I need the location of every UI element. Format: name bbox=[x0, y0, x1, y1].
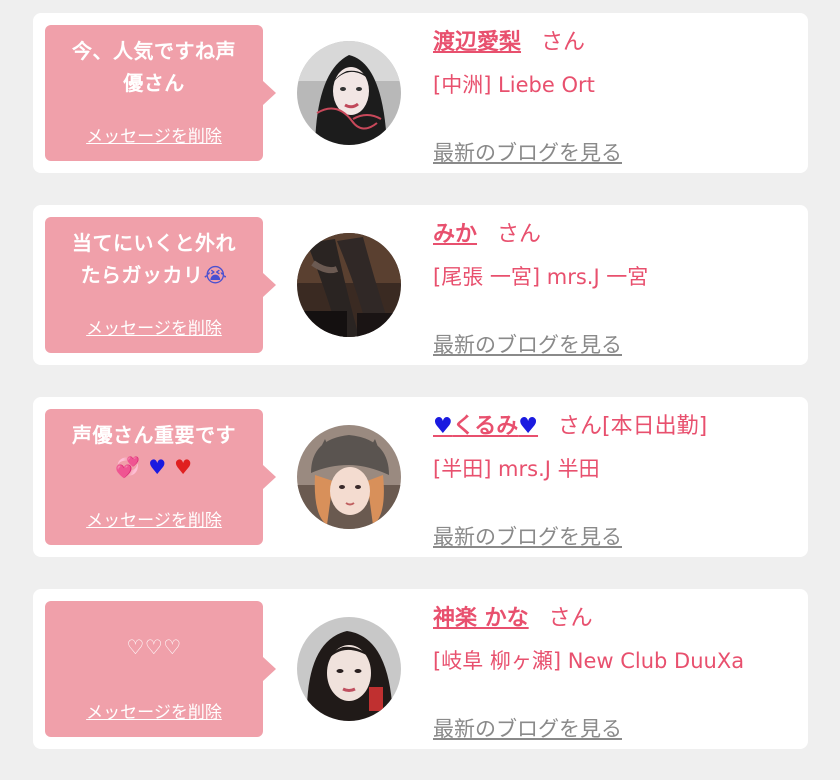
cast-info: 神楽 かな さん [岐阜 柳ヶ瀬] New Club DuuXa 最新のブログを見… bbox=[433, 601, 803, 741]
latest-blog-link[interactable]: 最新のブログを見る bbox=[433, 137, 622, 167]
avatar[interactable] bbox=[297, 425, 401, 529]
message-bubble: 声優さん重要です 💞 ♥ ♥ メッセージを削除 bbox=[45, 409, 276, 545]
message-text: 声優さん重要です 💞 ♥ ♥ bbox=[51, 419, 257, 483]
avatar[interactable] bbox=[297, 41, 401, 145]
message-bubble: 今、人気ですね声 優さん メッセージを削除 bbox=[45, 25, 276, 161]
shop-name: [岐阜 柳ヶ瀬] New Club DuuXa bbox=[433, 649, 745, 673]
cast-info: みか さん [尾張 一宮] mrs.J 一宮 最新のブログを見る bbox=[433, 217, 803, 357]
cast-info: ♥くるみ♥ さん[本日出勤] [半田] mrs.J 半田 最新のブログを見る bbox=[433, 409, 803, 549]
cast-card: 声優さん重要です 💞 ♥ ♥ メッセージを削除 ♥くるみ♥ さん[本日出勤] [… bbox=[33, 397, 808, 557]
cast-name-link[interactable]: 神楽 かな bbox=[433, 606, 529, 631]
cast-info: 渡辺愛梨 さん [中洲] Liebe Ort 最新のブログを見る bbox=[433, 25, 803, 165]
shop-name: [中洲] Liebe Ort bbox=[433, 73, 595, 97]
cast-name-link[interactable]: 渡辺愛梨 bbox=[433, 30, 521, 55]
honorific: さん bbox=[497, 222, 542, 247]
cast-name-text: くるみ bbox=[452, 414, 519, 439]
shop-name: [半田] mrs.J 半田 bbox=[433, 457, 600, 481]
message-bubble: 当てにいくと外れ たらガッカリ😭 メッセージを削除 bbox=[45, 217, 276, 353]
blue-heart-icon: ♥ bbox=[518, 414, 539, 439]
delete-message-link[interactable]: メッセージを削除 bbox=[45, 506, 263, 531]
crying-emoji-icon: 😭 bbox=[203, 263, 228, 287]
message-text: 当てにいくと外れ たらガッカリ😭 bbox=[51, 227, 257, 291]
avatar[interactable] bbox=[297, 233, 401, 337]
favorite-cast-list: 今、人気ですね声 優さん メッセージを削除 渡辺愛梨 さん [中洲] Liebe … bbox=[0, 0, 840, 780]
hearts-emoji-icon: 💞 bbox=[115, 455, 141, 479]
latest-blog-link[interactable]: 最新のブログを見る bbox=[433, 713, 622, 743]
cast-name-link[interactable]: みか bbox=[433, 222, 477, 247]
cast-card: 当てにいくと外れ たらガッカリ😭 メッセージを削除 みか さん [尾張 一宮] m… bbox=[33, 205, 808, 365]
cast-card: 今、人気ですね声 優さん メッセージを削除 渡辺愛梨 さん [中洲] Liebe … bbox=[33, 13, 808, 173]
shop-name: [尾張 一宮] mrs.J 一宮 bbox=[433, 265, 649, 289]
red-heart-icon: ♥ bbox=[174, 455, 193, 479]
delete-message-link[interactable]: メッセージを削除 bbox=[45, 698, 263, 723]
latest-blog-link[interactable]: 最新のブログを見る bbox=[433, 521, 622, 551]
delete-message-link[interactable]: メッセージを削除 bbox=[45, 122, 263, 147]
delete-message-link[interactable]: メッセージを削除 bbox=[45, 314, 263, 339]
message-bubble: ♡♡♡ メッセージを削除 bbox=[45, 601, 276, 737]
cast-name-link[interactable]: ♥くるみ♥ bbox=[433, 414, 538, 439]
cast-card: ♡♡♡ メッセージを削除 神楽 かな さん [岐阜 柳ヶ瀬] New Club D… bbox=[33, 589, 808, 749]
blue-heart-icon: ♥ bbox=[148, 455, 167, 479]
blue-heart-icon: ♥ bbox=[433, 414, 453, 439]
message-text: 今、人気ですね声 優さん bbox=[72, 39, 236, 95]
avatar[interactable] bbox=[297, 617, 401, 721]
message-text: ♡♡♡ bbox=[126, 635, 182, 659]
latest-blog-link[interactable]: 最新のブログを見る bbox=[433, 329, 622, 359]
honorific: さん bbox=[548, 606, 593, 631]
message-text-body: 声優さん重要です bbox=[72, 423, 236, 447]
honorific: さん[本日出勤] bbox=[558, 414, 708, 439]
honorific: さん bbox=[541, 30, 586, 55]
